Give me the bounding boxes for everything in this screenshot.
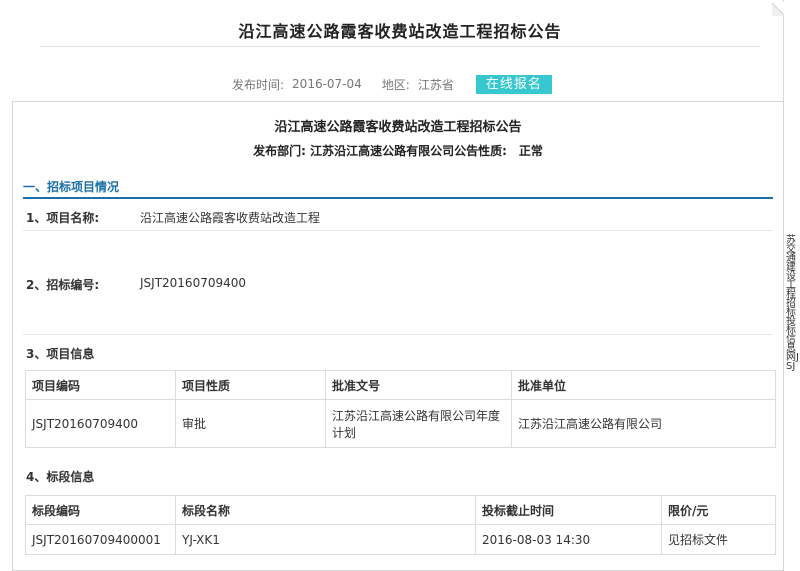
item4-label: 4、标段信息 <box>26 470 95 484</box>
notice-subline: 发布部门: 江苏沿江高速公路有限公司公告性质: 正常 <box>253 144 543 158</box>
table-header-cell: 限价/元 <box>661 495 776 525</box>
section-heading: 一、招标项目情况 <box>23 180 120 194</box>
publish-label: 发布时间: <box>232 77 285 92</box>
region-value: 江苏省 <box>417 77 454 92</box>
table-row: JSJT20160709400001 YJ-XK1 2016-08-03 14:… <box>25 524 776 555</box>
table-header-cell: 标段编码 <box>25 495 176 525</box>
table-cell: JSJT20160709400 <box>25 399 176 448</box>
table-header-row: 项目编码 项目性质 批准文号 批准单位 <box>25 370 776 400</box>
page-corner-fold <box>772 2 784 16</box>
table-row: JSJT20160709400 审批 江苏沿江高速公路有限公司年度计划 江苏沿江… <box>25 399 776 448</box>
item3-label: 3、项目信息 <box>26 347 95 361</box>
table-cell: 江苏沿江高速公路有限公司年度计划 <box>325 399 512 448</box>
project-name-value: 沿江高速公路霞客收费站改造工程 <box>140 211 321 225</box>
tender-number-value: JSJT20160709400 <box>140 276 247 290</box>
section-divider <box>23 197 773 199</box>
section-info-table: 标段编码 标段名称 投标截止时间 限价/元 JSJT20160709400001… <box>25 495 776 555</box>
side-banner-text: 苏交通建设工程招标投标信息网JSJ <box>786 235 799 372</box>
page-title: 沿江高速公路霞客收费站改造工程招标公告 <box>238 22 562 41</box>
item1-label: 1、项目名称: <box>26 211 100 225</box>
title-divider <box>40 46 760 47</box>
notice-title: 沿江高速公路霞客收费站改造工程招标公告 <box>274 120 522 135</box>
table-cell: 审批 <box>175 399 326 448</box>
table-header-cell: 投标截止时间 <box>475 495 662 525</box>
table-header-cell: 批准单位 <box>511 370 776 400</box>
table-cell: 2016-08-03 14:30 <box>475 524 662 555</box>
table-header-cell: 项目编码 <box>25 370 176 400</box>
table-cell: 见招标文件 <box>661 524 776 555</box>
row-divider <box>23 334 773 335</box>
online-register-button[interactable]: 在线报名 <box>475 74 552 94</box>
notice-content: 沿江高速公路霞客收费站改造工程招标公告 发布部门: 江苏沿江高速公路有限公司公告… <box>12 101 784 571</box>
meta-row: 发布时间: 2016-07-04 地区: 江苏省 在线报名 <box>232 74 552 94</box>
region-label: 地区: <box>381 77 410 92</box>
table-header-row: 标段编码 标段名称 投标截止时间 限价/元 <box>25 495 776 525</box>
row-divider <box>23 230 773 231</box>
item2-label: 2、招标编号: <box>26 278 100 292</box>
table-header-cell: 标段名称 <box>175 495 476 525</box>
project-info-table: 项目编码 项目性质 批准文号 批准单位 JSJT20160709400 审批 江… <box>25 370 776 448</box>
table-cell: JSJT20160709400001 <box>25 524 176 555</box>
table-header-cell: 项目性质 <box>175 370 326 400</box>
publish-date: 2016-07-04 <box>292 77 362 91</box>
table-cell: YJ-XK1 <box>175 524 476 555</box>
table-header-cell: 批准文号 <box>325 370 512 400</box>
table-cell: 江苏沿江高速公路有限公司 <box>511 399 776 448</box>
